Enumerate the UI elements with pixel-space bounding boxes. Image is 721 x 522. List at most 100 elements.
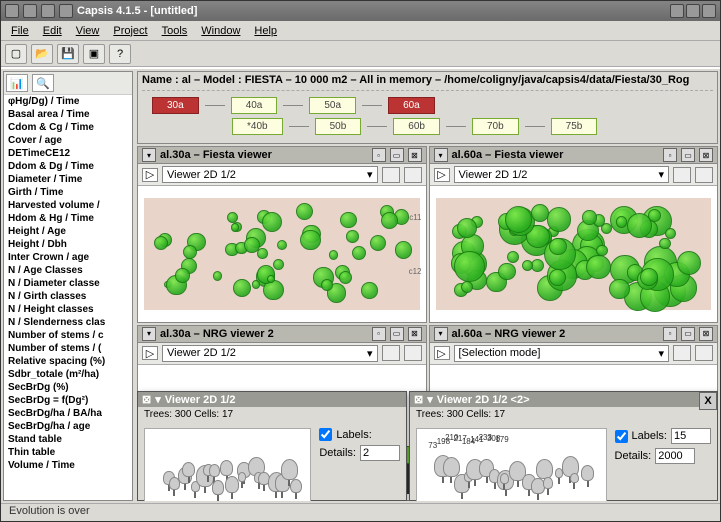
sidebar-item[interactable]: Sdbr_totale (m²/ha): [4, 368, 132, 381]
sidebar-item[interactable]: SecBrDg/ha / age: [4, 420, 132, 433]
panel-tool-icon[interactable]: [695, 167, 713, 183]
scenario-node[interactable]: 75b: [551, 118, 598, 135]
panel-min-icon[interactable]: ▫: [663, 148, 677, 162]
window-control-icon[interactable]: [59, 4, 73, 18]
scenario-node[interactable]: 50b: [315, 118, 362, 135]
float-canvas[interactable]: [144, 428, 311, 501]
sidebar-item[interactable]: Stand table: [4, 433, 132, 446]
menu-edit[interactable]: Edit: [37, 23, 68, 39]
window-menu-icon[interactable]: [5, 4, 19, 18]
play-icon[interactable]: ▷: [142, 168, 158, 182]
panel-close-icon[interactable]: ⊠: [699, 327, 713, 341]
floating-viewer-2[interactable]: X ⊠ ▾ Viewer 2D 1/2 <2> Trees: 300 Cells…: [409, 391, 718, 501]
panel-menu-icon[interactable]: ▾: [434, 148, 448, 162]
sidebar-item[interactable]: SecBrDg = f(Dg²): [4, 394, 132, 407]
panel-tool-icon[interactable]: [382, 167, 400, 183]
sidebar-item[interactable]: Cover / age: [4, 134, 132, 147]
panel-tool-icon[interactable]: [673, 345, 691, 361]
close-icon[interactable]: [702, 4, 716, 18]
menu-tools[interactable]: Tools: [156, 23, 194, 39]
menu-help[interactable]: Help: [248, 23, 283, 39]
labels-checkbox[interactable]: [319, 428, 332, 441]
viewer-combo[interactable]: Viewer 2D 1/2▾: [162, 166, 378, 183]
panel-close-icon[interactable]: ⊠: [142, 393, 151, 406]
details-input[interactable]: [655, 448, 695, 464]
sidebar-item[interactable]: φHg/Dg) / Time: [4, 95, 132, 108]
sidebar-item[interactable]: DETimeCE12: [4, 147, 132, 160]
toolbar-help-icon[interactable]: ?: [109, 44, 131, 64]
sidebar-item[interactable]: Number of stems / (: [4, 342, 132, 355]
panel-max-icon[interactable]: ▭: [681, 148, 695, 162]
scenario-node[interactable]: 70b: [472, 118, 519, 135]
float-canvas[interactable]: 73198210217184141233308179: [416, 428, 607, 501]
menu-file[interactable]: File: [5, 23, 35, 39]
panel-menu-icon[interactable]: ▾: [142, 148, 156, 162]
search-icon[interactable]: 🔍: [32, 74, 54, 92]
sidebar-item[interactable]: SecBrDg (%): [4, 381, 132, 394]
sidebar-item[interactable]: Ddom & Dg / Time: [4, 160, 132, 173]
sidebar-item[interactable]: N / Girth classes: [4, 290, 132, 303]
panel-tool-icon[interactable]: [695, 345, 713, 361]
sidebar-item[interactable]: Number of stems / c: [4, 329, 132, 342]
panel-close-icon[interactable]: ⊠: [408, 148, 422, 162]
chart-icon[interactable]: 📊: [6, 74, 28, 92]
close-icon[interactable]: X: [699, 392, 717, 410]
toolbar-new-icon[interactable]: ▢: [5, 44, 27, 64]
window-control-icon[interactable]: [41, 4, 55, 18]
sidebar-item[interactable]: Inter Crown / age: [4, 251, 132, 264]
toolbar-save-icon[interactable]: 💾: [57, 44, 79, 64]
sidebar-list[interactable]: φHg/Dg) / TimeBasal area / TimeCdom & Cg…: [4, 95, 132, 500]
sidebar-item[interactable]: Diameter / Time: [4, 173, 132, 186]
panel-menu-icon[interactable]: ▾: [427, 393, 433, 406]
panel-close-icon[interactable]: ⊠: [408, 327, 422, 341]
panel-min-icon[interactable]: ▫: [372, 327, 386, 341]
play-icon[interactable]: ▷: [434, 168, 450, 182]
menu-window[interactable]: Window: [195, 23, 246, 39]
toolbar-close-icon[interactable]: ▣: [83, 44, 105, 64]
sidebar-item[interactable]: N / Slenderness clas: [4, 316, 132, 329]
menu-project[interactable]: Project: [107, 23, 153, 39]
minimize-icon[interactable]: [670, 4, 684, 18]
window-control-icon[interactable]: [23, 4, 37, 18]
viewer-combo[interactable]: Viewer 2D 1/2▾: [162, 345, 378, 362]
sidebar-item[interactable]: Basal area / Time: [4, 108, 132, 121]
panel-tool-icon[interactable]: [382, 345, 400, 361]
sidebar-item[interactable]: Height / Dbh: [4, 238, 132, 251]
details-input[interactable]: [360, 445, 400, 461]
panel-close-icon[interactable]: ⊠: [699, 148, 713, 162]
toolbar-open-icon[interactable]: 📂: [31, 44, 53, 64]
scenario-node[interactable]: 50a: [309, 97, 356, 114]
panel-menu-icon[interactable]: ▾: [155, 393, 161, 406]
scenario-node[interactable]: 60a: [388, 97, 435, 114]
sidebar-item[interactable]: Cdom & Cg / Time: [4, 121, 132, 134]
float-titlebar[interactable]: ⊠ ▾ Viewer 2D 1/2 <2>: [410, 392, 717, 407]
panel-max-icon[interactable]: ▭: [681, 327, 695, 341]
panel-min-icon[interactable]: ▫: [663, 327, 677, 341]
panel-max-icon[interactable]: ▭: [390, 148, 404, 162]
panel-max-icon[interactable]: ▭: [390, 327, 404, 341]
sidebar-item[interactable]: Girth / Time: [4, 186, 132, 199]
sidebar-item[interactable]: Harvested volume /: [4, 199, 132, 212]
viewer-canvas[interactable]: c11 c12: [138, 186, 426, 322]
sidebar-item[interactable]: Hdom & Hg / Time: [4, 212, 132, 225]
floating-viewer-1[interactable]: ⊠ ▾ Viewer 2D 1/2 Trees: 300 Cells: 17 L…: [137, 391, 407, 501]
panel-close-icon[interactable]: ⊠: [414, 393, 423, 406]
panel-menu-icon[interactable]: ▾: [142, 327, 156, 341]
labels-checkbox[interactable]: [615, 430, 628, 443]
panel-tool-icon[interactable]: [404, 345, 422, 361]
sidebar-item[interactable]: N / Age Classes: [4, 264, 132, 277]
maximize-icon[interactable]: [686, 4, 700, 18]
sidebar-item[interactable]: Thin table: [4, 446, 132, 459]
sidebar-item[interactable]: N / Height classes: [4, 303, 132, 316]
float-titlebar[interactable]: ⊠ ▾ Viewer 2D 1/2: [138, 392, 406, 407]
panel-menu-icon[interactable]: ▾: [434, 327, 448, 341]
panel-min-icon[interactable]: ▫: [372, 148, 386, 162]
scenario-node[interactable]: *40b: [232, 118, 283, 135]
sidebar-item[interactable]: SecBrDg/ha / BA/ha: [4, 407, 132, 420]
panel-tool-icon[interactable]: [673, 167, 691, 183]
sidebar-item[interactable]: Relative spacing (%): [4, 355, 132, 368]
viewer-combo[interactable]: [Selection mode]▾: [454, 345, 670, 362]
sidebar-item[interactable]: Volume / Time: [4, 459, 132, 472]
sidebar-item[interactable]: N / Diameter classe: [4, 277, 132, 290]
sidebar-item[interactable]: Height / Age: [4, 225, 132, 238]
